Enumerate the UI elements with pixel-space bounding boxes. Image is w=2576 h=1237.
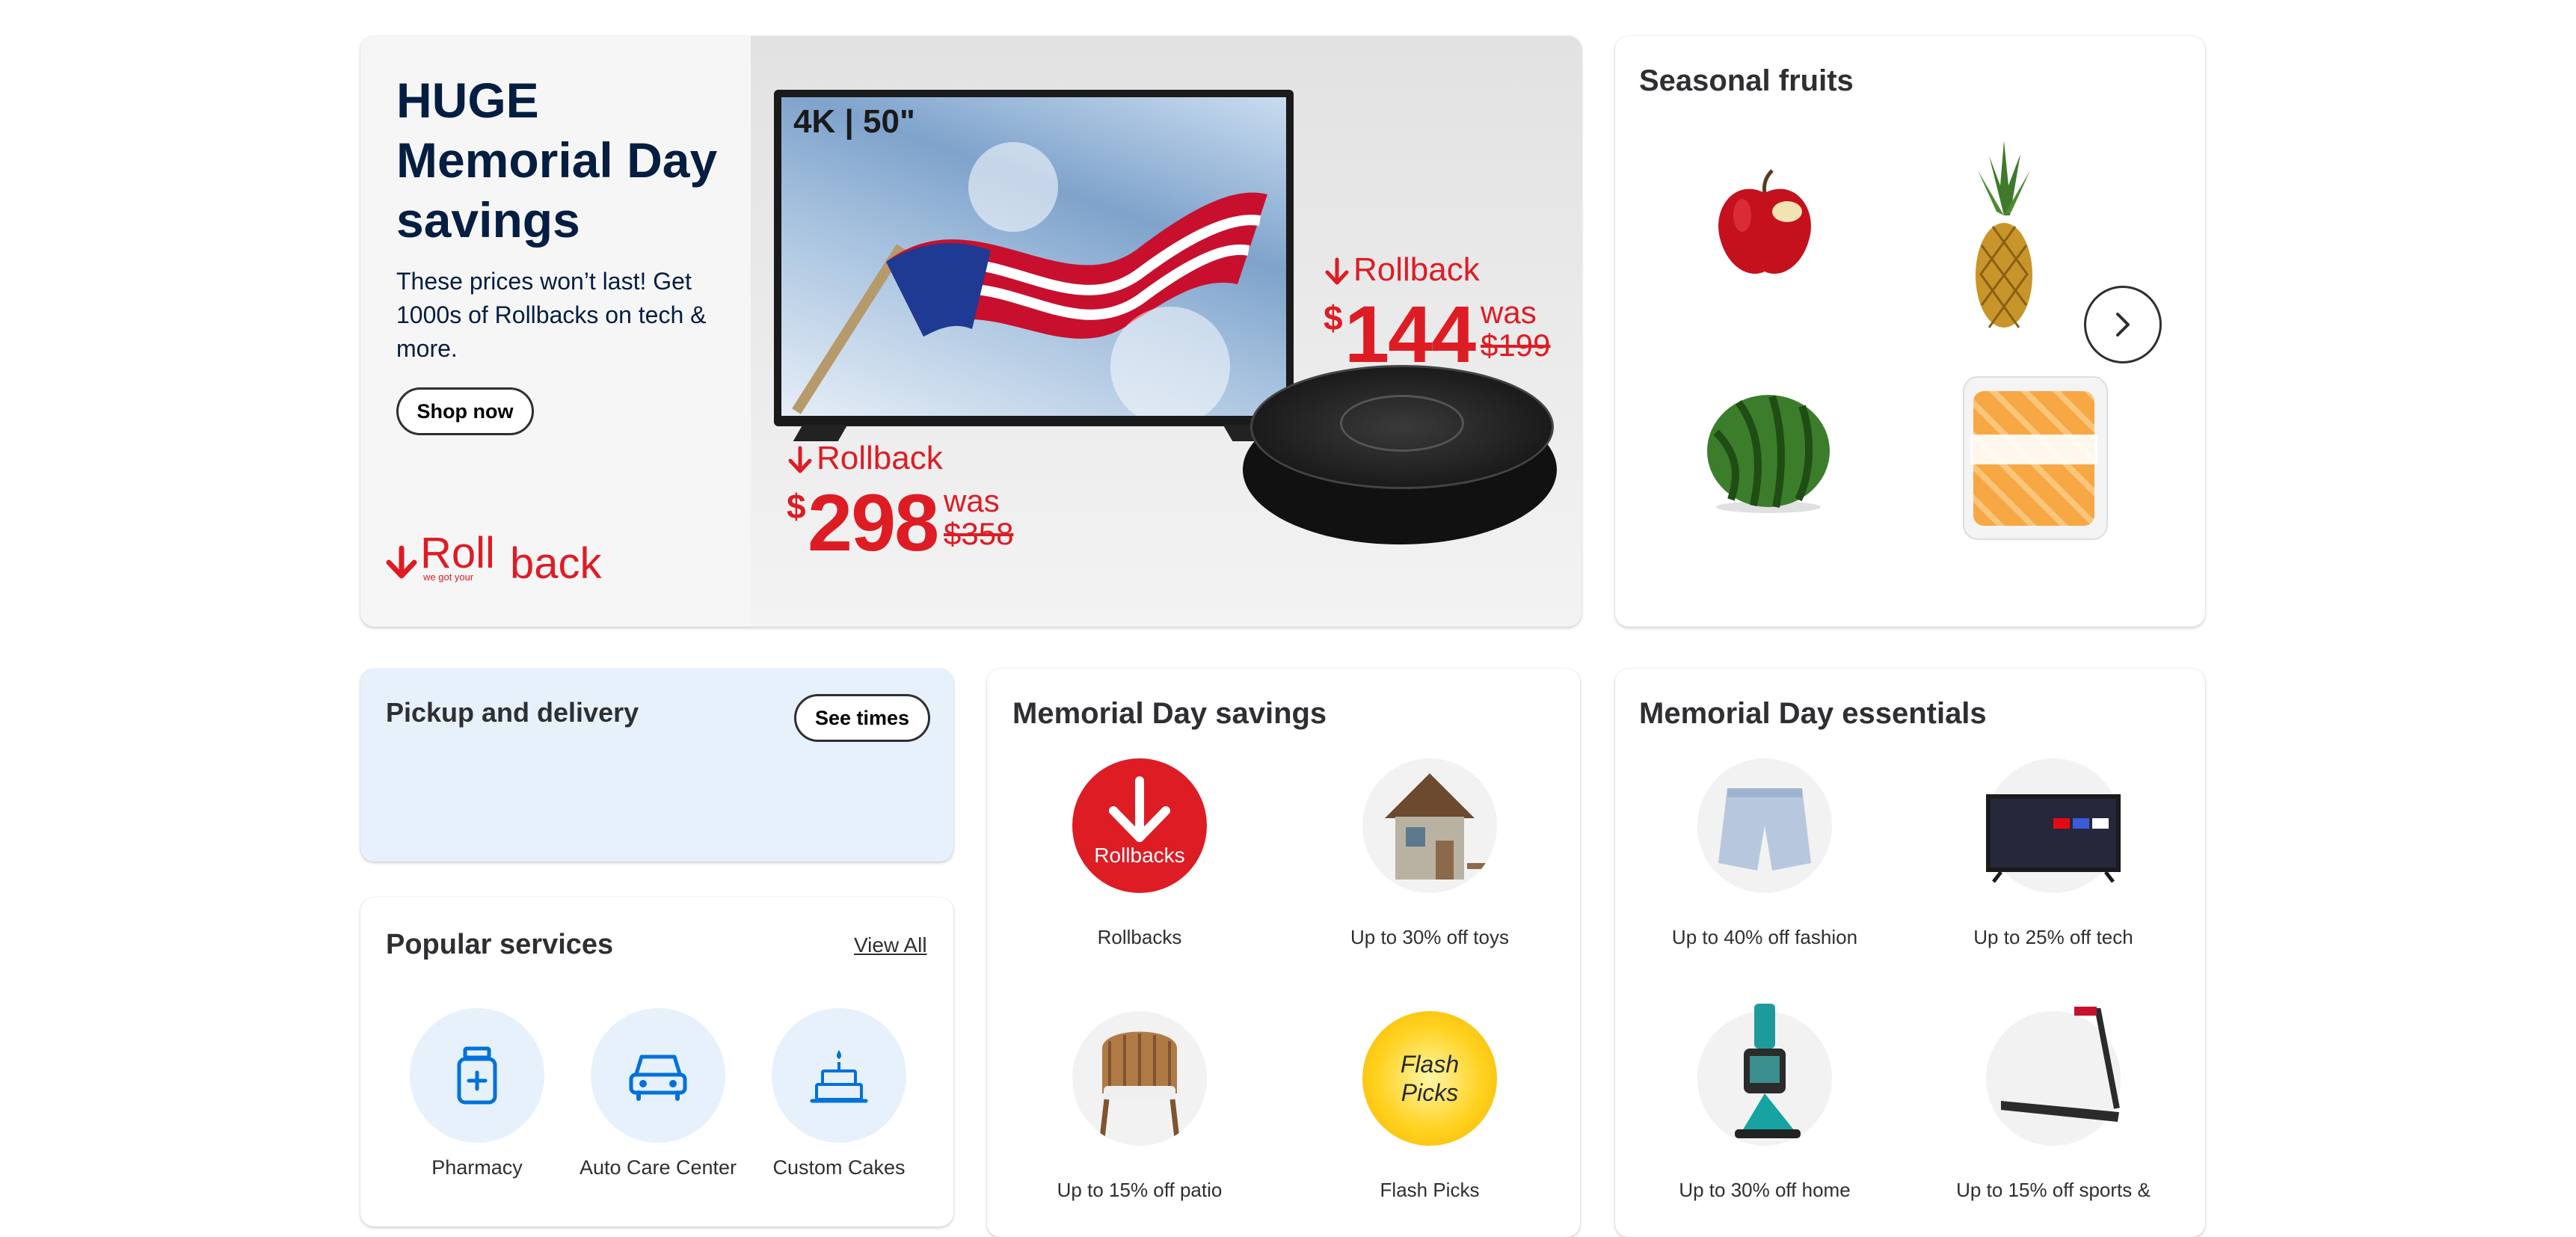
service-auto-care-label: Auto Care Center: [579, 1156, 737, 1179]
popular-services-title: Popular services: [386, 929, 614, 960]
shorts-icon: [1718, 788, 1811, 871]
fruit-cantaloupe[interactable]: [1963, 376, 2108, 540]
price-callout-298: Rollback $ 298 was $358: [787, 440, 1014, 568]
pickup-delivery-card: Pickup and delivery See times: [360, 669, 953, 862]
apple-icon: [1718, 169, 1811, 274]
home-label: Up to 30% off home: [1679, 1179, 1851, 1201]
tv-size-badge: 4K | 50": [793, 103, 915, 140]
seasonal-fruits-title: Seasonal fruits: [1639, 64, 1854, 97]
tv-icon: [1986, 794, 2121, 883]
rollbacks-label: Rollbacks: [1097, 926, 1182, 948]
tech-tile[interactable]: [1986, 758, 2121, 893]
fruit-apple[interactable]: [1705, 163, 1825, 283]
patio-label: Up to 15% off patio: [1057, 1179, 1223, 1201]
tv-stand-left: [793, 425, 848, 441]
memorial-day-savings-title: Memorial Day savings: [1012, 697, 1327, 730]
sports-tile[interactable]: [1986, 1007, 2121, 1146]
memorial-day-essentials-title: Memorial Day essentials: [1639, 697, 1987, 730]
watermelon-icon: [1707, 395, 1830, 513]
memorial-day-essentials-card: Memorial Day essentials Up to 40% off fa…: [1615, 669, 2205, 1237]
down-arrow-icon: [1109, 776, 1170, 842]
hero-banner[interactable]: HUGE Memorial Day savings These prices w…: [360, 36, 1581, 627]
toys-label: Up to 30% off toys: [1350, 926, 1509, 948]
service-custom-cakes-label: Custom Cakes: [772, 1156, 906, 1179]
chevron-right-icon: [2116, 313, 2130, 337]
rollbacks-tile[interactable]: Rollbacks: [1072, 758, 1207, 893]
flash-picks-badge: Flash Picks: [1400, 1051, 1460, 1106]
service-pharmacy-label: Pharmacy: [431, 1156, 523, 1179]
hero-title: HUGE Memorial Day savings: [396, 73, 718, 248]
car-icon: [629, 1055, 687, 1101]
vacuum-icon: [1735, 1004, 1801, 1138]
home-tile[interactable]: [1697, 1004, 1832, 1146]
pickup-delivery-title: Pickup and delivery: [386, 697, 639, 728]
cake-icon: [810, 1050, 868, 1103]
see-times-button[interactable]: See times: [794, 694, 930, 742]
treadmill-icon: [2001, 1007, 2120, 1122]
flash-picks-tile[interactable]: Flash Picks: [1362, 1011, 1497, 1146]
shop-now-button[interactable]: Shop now: [396, 387, 534, 435]
down-arrow-icon: [386, 545, 417, 579]
fruit-watermelon[interactable]: [1701, 387, 1836, 515]
view-all-link[interactable]: View All: [854, 933, 927, 957]
memorial-day-savings-card: Memorial Day savings Rollbacks Rollbacks…: [987, 669, 1580, 1237]
service-auto-care[interactable]: [591, 1008, 725, 1143]
popular-services-card: Popular services View All Pharmacy Auto …: [360, 897, 953, 1227]
flag-icon: [792, 142, 1267, 416]
playhouse-icon: [1385, 773, 1490, 880]
fashion-tile[interactable]: [1697, 758, 1832, 893]
fruit-pineapple[interactable]: [1959, 141, 2049, 335]
flash-picks-label: Flash Picks: [1380, 1179, 1480, 1201]
tv-image: 4K | 50": [774, 90, 1294, 426]
chair-icon: [1099, 1031, 1180, 1139]
rollback-logo: Roll we got your back: [383, 528, 607, 588]
service-pharmacy[interactable]: [410, 1008, 544, 1143]
service-custom-cakes[interactable]: [772, 1008, 906, 1143]
pill-bottle-icon: [457, 1046, 497, 1105]
tech-label: Up to 25% off tech: [1973, 926, 2133, 948]
price-callout-144: Rollback $ 144 was $199: [1324, 251, 1551, 379]
pineapple-icon: [1976, 141, 2032, 328]
patio-tile[interactable]: [1072, 1011, 1207, 1146]
down-arrow-icon: [1325, 257, 1349, 285]
toys-tile[interactable]: [1362, 758, 1497, 893]
seasonal-fruits-card: Seasonal fruits: [1615, 36, 2205, 627]
down-arrow-icon: [788, 446, 812, 473]
hero-subtitle: These prices won’t last! Get 1000s of Ro…: [396, 268, 707, 362]
sports-label: Up to 15% off sports &: [1956, 1179, 2151, 1201]
fashion-label: Up to 40% off fashion: [1671, 926, 1858, 948]
carousel-next-button[interactable]: [2084, 286, 2162, 363]
